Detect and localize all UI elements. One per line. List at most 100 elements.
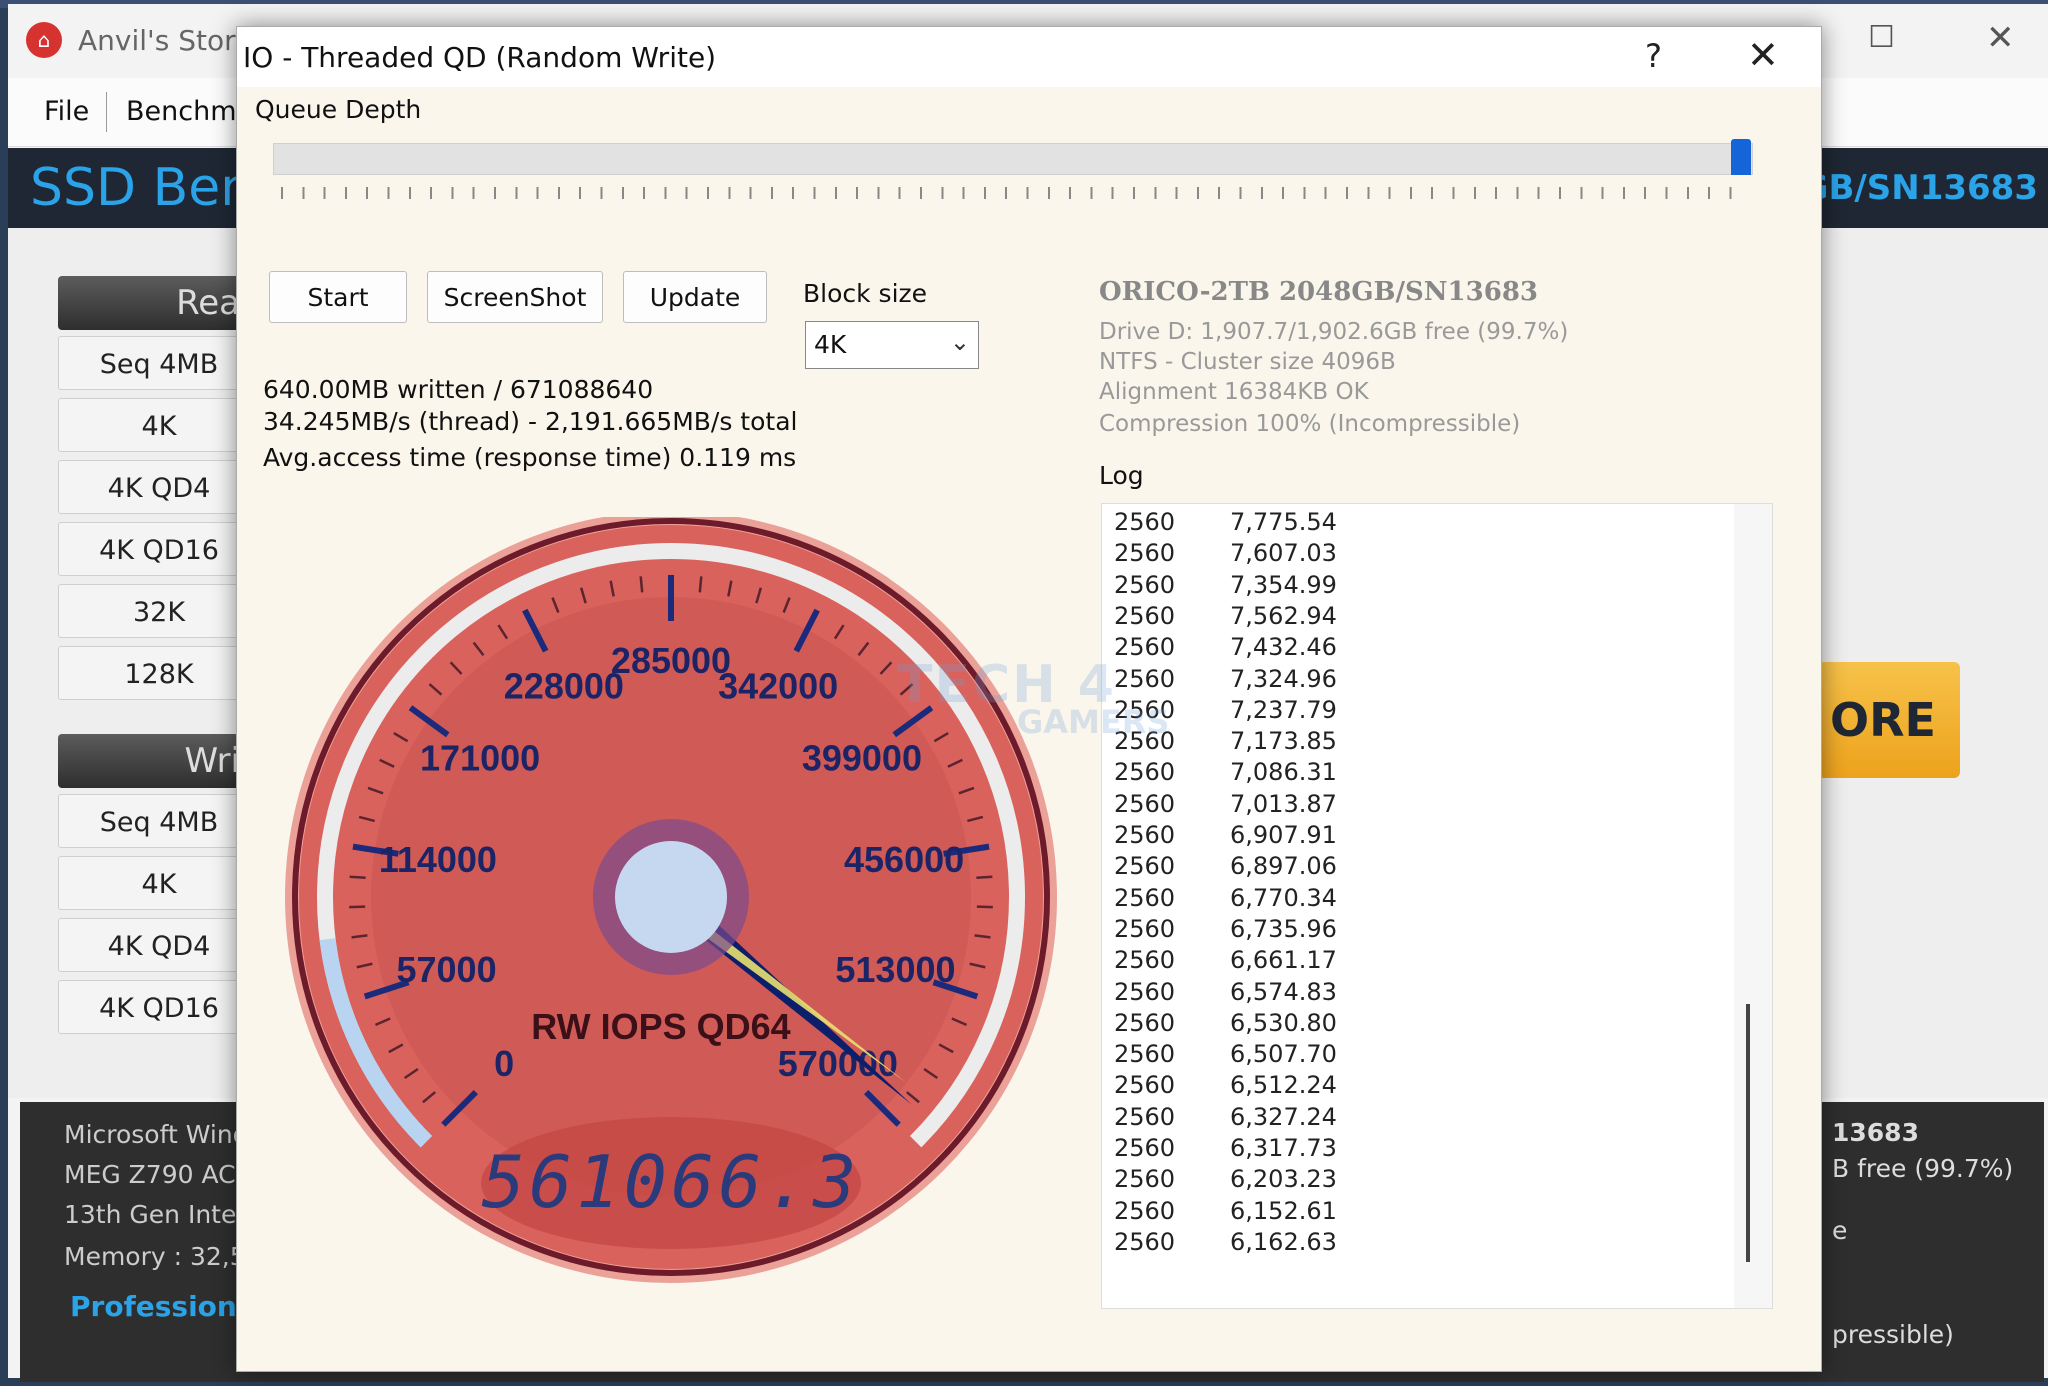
block-size-value: 4K [814, 330, 847, 359]
main-close-icon[interactable]: ✕ [1986, 18, 2015, 58]
read-group-header: Rea [58, 276, 248, 330]
score-button[interactable]: ORE [1818, 662, 1960, 778]
log-qd-cell: 2560 [1114, 946, 1176, 975]
main-window-title: Anvil's Stora [78, 24, 253, 57]
log-value-cell: 7,562.94 [1230, 601, 1337, 630]
block-size-label: Block size [803, 279, 928, 308]
log-qd-cell: 2560 [1114, 758, 1176, 787]
gauge-scale-label: 228000 [504, 666, 624, 707]
read-128k-button[interactable]: 128K [58, 646, 248, 700]
log-value-cell: 6,574.83 [1230, 977, 1337, 1006]
dialog-title: IO - Threaded QD (Random Write) [243, 41, 717, 74]
write-4kqd16-button[interactable]: 4K QD16 [58, 980, 248, 1034]
screenshot-button[interactable]: ScreenShot [427, 271, 603, 323]
log-value-cell: 6,770.34 [1230, 883, 1337, 912]
log-qd-cell: 2560 [1114, 1165, 1176, 1194]
edition-link[interactable]: Professiona [70, 1290, 256, 1323]
gauge-title: RW IOPS QD64 [531, 1006, 790, 1047]
start-button[interactable]: Start [269, 271, 407, 323]
gauge-scale-label: 342000 [718, 666, 838, 707]
log-qd-cell: 2560 [1114, 539, 1176, 568]
log-value-cell: 7,086.31 [1230, 758, 1337, 787]
read-32k-button[interactable]: 32K [58, 584, 248, 638]
log-value-cell: 7,237.79 [1230, 695, 1337, 724]
log-value-cell: 7,013.87 [1230, 789, 1337, 818]
gauge-readout: 561066.3 [482, 1140, 861, 1224]
stat-throughput: 34.245MB/s (thread) - 2,191.665MB/s tota… [263, 407, 798, 436]
gauge-tick [976, 905, 993, 909]
gauge-scale-label: 399000 [802, 737, 922, 778]
log-value-cell: 6,152.61 [1230, 1196, 1337, 1225]
gauge-tick [349, 875, 366, 880]
footer-memory: Memory : 32,53 [64, 1242, 262, 1271]
write-4k-button[interactable]: 4K [58, 856, 248, 910]
dialog-titlebar: IO - Threaded QD (Random Write) ? ✕ [237, 27, 1821, 87]
log-scroll-thumb[interactable] [1746, 1004, 1750, 1262]
drive-alignment: Alignment 16384KB OK [1099, 379, 1369, 405]
read-4kqd16-button[interactable]: 4K QD16 [58, 522, 248, 576]
footer-right-free: B free (99.7%) [1832, 1154, 2014, 1183]
log-qd-cell: 2560 [1114, 1227, 1176, 1256]
log-list[interactable]: 2560 7,775.54 2560 7,607.03 2560 7,354.99 2560… [1101, 503, 1773, 1309]
footer-right-partial: e [1832, 1216, 1848, 1245]
help-icon[interactable]: ? [1645, 37, 1662, 75]
gauge-scale-label: 456000 [844, 839, 964, 880]
read-seq4mb-button[interactable]: Seq 4MB [58, 336, 248, 390]
log-qd-cell: 2560 [1114, 914, 1176, 943]
log-qd-cell: 2560 [1114, 1040, 1176, 1069]
log-qd-cell: 2560 [1114, 1102, 1176, 1131]
slider-thumb[interactable] [1731, 139, 1751, 175]
stat-access-time: Avg.access time (response time) 0.119 ms [263, 443, 797, 472]
threaded-qd-dialog: IO - Threaded QD (Random Write) ? ✕ Queu… [236, 26, 1822, 1372]
log-value-cell: 6,203.23 [1230, 1165, 1337, 1194]
log-value-cell: 6,735.96 [1230, 914, 1337, 943]
footer-board: MEG Z790 ACE [64, 1160, 252, 1189]
write-4kqd4-button[interactable]: 4K QD4 [58, 918, 248, 972]
read-4k-button[interactable]: 4K [58, 398, 248, 452]
close-icon[interactable]: ✕ [1747, 33, 1779, 77]
log-qd-cell: 2560 [1114, 977, 1176, 1006]
update-button[interactable]: Update [623, 271, 767, 323]
log-value-cell: 7,775.54 [1230, 508, 1337, 536]
menu-benchmark[interactable]: Benchm [126, 96, 237, 127]
log-value-cell: 6,327.24 [1230, 1102, 1337, 1131]
slider-track[interactable] [273, 143, 1753, 175]
log-value-cell: 6,897.06 [1230, 852, 1337, 881]
log-qd-cell: 2560 [1114, 883, 1176, 912]
gauge-tick [349, 905, 366, 909]
write-seq4mb-button[interactable]: Seq 4MB [58, 794, 248, 848]
footer-right-compress: pressible) [1832, 1320, 1954, 1349]
log-value-cell: 6,530.80 [1230, 1008, 1337, 1037]
log-value-cell: 7,354.99 [1230, 570, 1337, 599]
gauge-scale-label: 57000 [396, 949, 496, 990]
gauge-scale-label: 0 [494, 1043, 514, 1084]
log-scrollbar[interactable] [1734, 504, 1772, 1308]
log-label: Log [1099, 461, 1144, 490]
slider-ticks [281, 187, 1743, 199]
log-qd-cell: 2560 [1114, 508, 1176, 536]
log-qd-cell: 2560 [1114, 664, 1176, 693]
read-4kqd4-button[interactable]: 4K QD4 [58, 460, 248, 514]
gauge-tick [639, 576, 644, 593]
gauge-hub [615, 841, 727, 953]
footer-os: Microsoft Windo [64, 1120, 264, 1149]
menu-file[interactable]: File [44, 96, 89, 127]
log-qd-cell: 2560 [1114, 601, 1176, 630]
log-value-cell: 6,162.63 [1230, 1227, 1337, 1256]
watermark-logo-sub: GAMERS [1017, 703, 1170, 741]
log-qd-cell: 2560 [1114, 852, 1176, 881]
gauge-scale-label: 171000 [420, 737, 540, 778]
log-value-cell: 6,907.91 [1230, 821, 1337, 849]
write-group-header: Wri [58, 734, 248, 788]
drive-compression: Compression 100% (Incompressible) [1099, 411, 1521, 437]
log-qd-cell: 2560 [1114, 1134, 1176, 1162]
queue-depth-slider[interactable] [273, 139, 1753, 203]
block-size-select[interactable]: 4K ⌄ [805, 321, 979, 369]
log-qd-cell: 2560 [1114, 1196, 1176, 1225]
gauge-scale-label: 285000 [611, 640, 731, 681]
queue-depth-label: Queue Depth [255, 95, 422, 124]
log-value-cell: 6,317.73 [1230, 1134, 1337, 1162]
maximize-icon[interactable]: ☐ [1868, 20, 1895, 55]
log-qd-cell: 2560 [1114, 570, 1176, 599]
gauge-tick [976, 875, 993, 880]
